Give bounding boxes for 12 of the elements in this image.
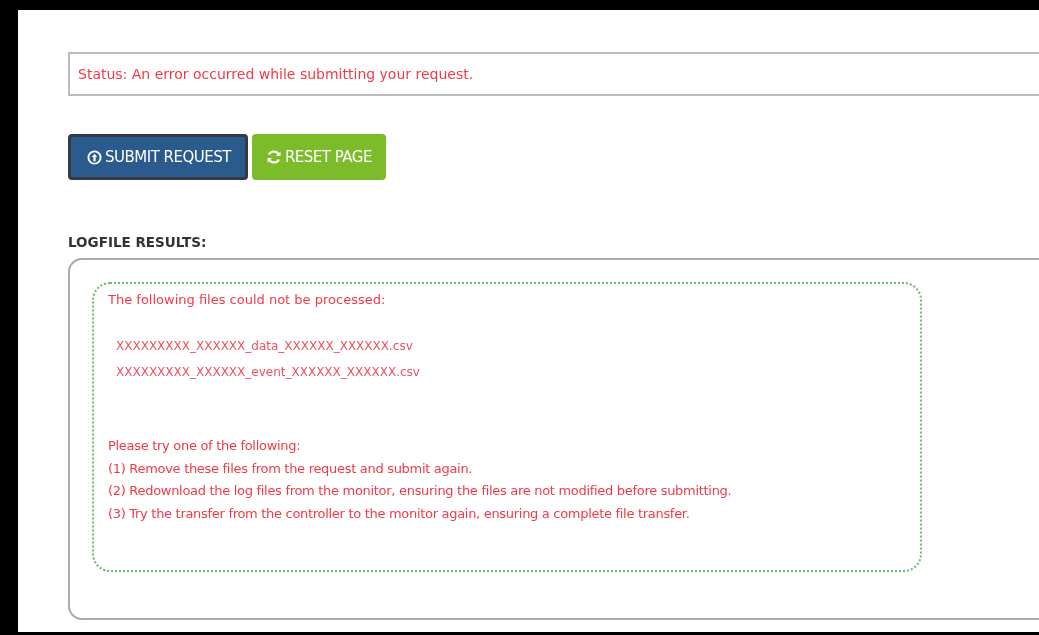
refresh-icon bbox=[265, 149, 282, 165]
file-name: XXXXXXXXX_XXXXXX_event_XXXXXX_XXXXXX.csv bbox=[116, 364, 421, 381]
status-message: Status: An error occurred while submitting your request. bbox=[78, 66, 474, 82]
advice-line: (1) Remove these files from the request and submit again. bbox=[108, 459, 474, 478]
advice-line: (2) Redownload the log files from the monitor, ensuring the files are not modified before submitting. bbox=[108, 482, 733, 500]
upload-icon bbox=[87, 149, 102, 165]
advice-line: Please try one of the following: bbox=[108, 437, 302, 455]
submit-request-button[interactable]: SUBMIT REQUEST bbox=[68, 134, 248, 180]
file-name: XXXXXXXXX_XXXXXX_data_XXXXXX_XXXXXX.csv bbox=[116, 338, 414, 355]
advice-line: (3) Try the transfer from the controller to the monitor again, ensuring a complete file transfer. bbox=[108, 504, 691, 523]
section-heading: LOGFILE RESULTS: bbox=[68, 234, 208, 250]
error-intro: The following files could not be processed: bbox=[108, 292, 387, 307]
